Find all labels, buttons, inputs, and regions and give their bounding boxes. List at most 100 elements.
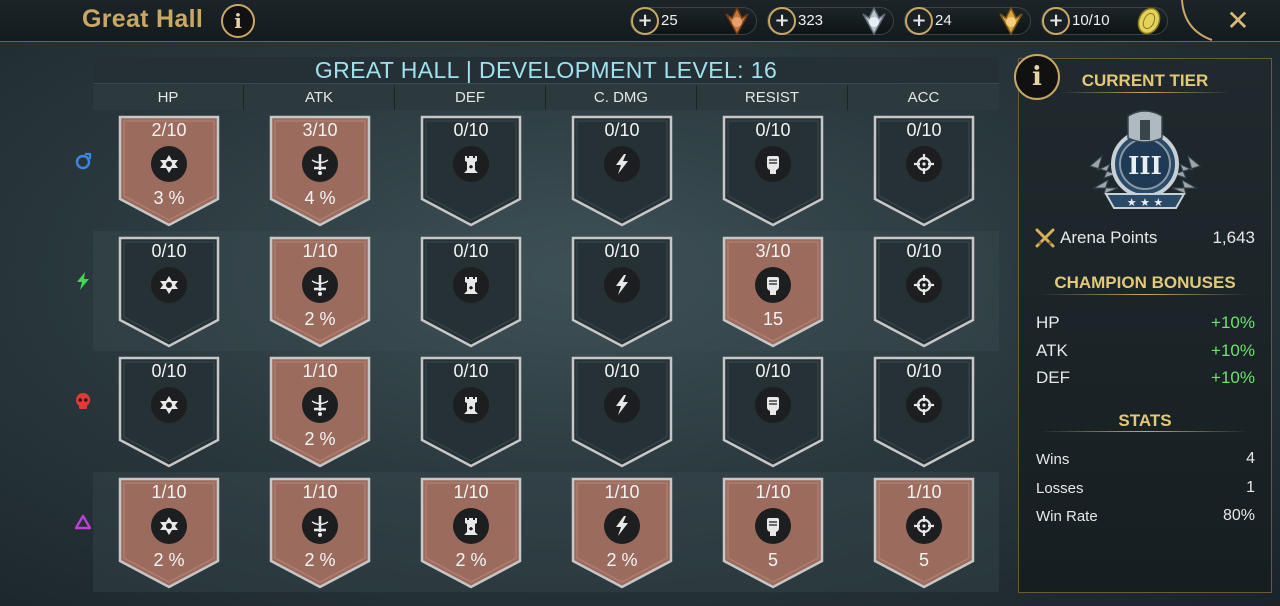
upgrade-banner-spirit-cdmg[interactable]: 0/10 <box>571 236 673 348</box>
upgrade-count: 0/10 <box>906 361 942 381</box>
upgrade-count: 0/10 <box>604 120 640 140</box>
upgrade-banner-void-cdmg[interactable]: 1/10 2 % <box>571 477 673 589</box>
resist-fist-icon <box>755 387 791 423</box>
upgrade-banner-void-def[interactable]: 1/10 2 % <box>420 477 522 589</box>
column-header-acc: ACC <box>848 85 999 110</box>
upgrade-count: 0/10 <box>453 361 489 381</box>
resource-value: 323 <box>798 12 824 29</box>
bonus-stat-label: HP <box>1036 313 1060 332</box>
upgrade-banner-force-acc[interactable]: 0/10 <box>873 356 975 468</box>
upgrade-count: 0/10 <box>906 241 942 261</box>
upgrade-count: 3/10 <box>755 241 791 261</box>
upgrade-banner-spirit-atk[interactable]: 1/10 2 % <box>269 236 371 348</box>
upgrade-count: 0/10 <box>906 120 942 140</box>
upgrade-banner-magic-def[interactable]: 0/10 <box>420 115 522 227</box>
upgrade-count: 1/10 <box>453 482 489 502</box>
atk-sword-icon <box>302 508 338 544</box>
hp-emblem-icon <box>151 508 187 544</box>
upgrade-count: 0/10 <box>151 241 187 261</box>
add-arena-tokens-button[interactable]: + <box>1042 7 1070 35</box>
top-bar: Great Hall i + 25 + 323 + 24 + 10/10 ✕ <box>0 0 1280 42</box>
upgrade-banner-force-def[interactable]: 0/10 <box>420 356 522 468</box>
upgrade-banner-spirit-def[interactable]: 0/10 <box>420 236 522 348</box>
upgrade-banner-magic-cdmg[interactable]: 0/10 <box>571 115 673 227</box>
acc-crosshair-icon <box>906 387 942 423</box>
upgrade-banner-void-atk[interactable]: 1/10 2 % <box>269 477 371 589</box>
atk-sword-icon <box>302 387 338 423</box>
upgrade-count: 1/10 <box>151 482 187 502</box>
upgrade-count: 1/10 <box>906 482 942 502</box>
add-bronze-medals-button[interactable]: + <box>631 7 659 35</box>
upgrade-bonus: 5 <box>767 550 778 570</box>
stat-value: 80% <box>1222 507 1255 524</box>
champion-bonuses-heading: CHAMPION BONUSES <box>1054 273 1236 292</box>
grid-row-spirit <box>93 231 999 351</box>
stat-value: 4 <box>1246 450 1255 467</box>
hp-emblem-icon <box>151 387 187 423</box>
upgrade-bonus: 2 % <box>153 550 185 570</box>
upgrade-banner-magic-acc[interactable]: 0/10 <box>873 115 975 227</box>
stats-heading: STATS <box>1118 411 1172 430</box>
upgrade-count: 0/10 <box>755 361 791 381</box>
upgrade-count: 1/10 <box>302 241 338 261</box>
upgrade-banner-void-acc[interactable]: 1/10 5 <box>873 477 975 589</box>
upgrade-banner-force-cdmg[interactable]: 0/10 <box>571 356 673 468</box>
upgrade-banner-force-atk[interactable]: 1/10 2 % <box>269 356 371 468</box>
upgrade-bonus: 15 <box>762 309 784 329</box>
upgrade-bonus: 2 % <box>304 309 336 329</box>
upgrade-banner-force-resist[interactable]: 0/10 <box>722 356 824 468</box>
column-header-cdmg: C. DMG <box>546 85 697 110</box>
upgrade-bonus: 2 % <box>304 429 336 449</box>
bonus-stat-label: DEF <box>1036 368 1070 387</box>
upgrade-banner-spirit-resist[interactable]: 3/10 15 <box>722 236 824 348</box>
upgrade-banner-spirit-hp[interactable]: 0/10 <box>118 236 220 348</box>
resource-silver-medals: + 323 <box>767 6 894 36</box>
bonus-stat-value: +10% <box>1211 313 1255 332</box>
upgrade-count: 0/10 <box>151 361 187 381</box>
resource-value: 10/10 <box>1072 12 1110 29</box>
hp-emblem-icon <box>151 267 187 303</box>
atk-sword-icon <box>302 267 338 303</box>
upgrade-banner-force-hp[interactable]: 0/10 <box>118 356 220 468</box>
current-tier-heading: CURRENT TIER <box>1081 71 1209 90</box>
resist-fist-icon <box>755 146 791 182</box>
cdmg-lightning-icon <box>604 387 640 423</box>
hp-emblem-icon <box>151 146 187 182</box>
grid-row-magic <box>93 110 999 230</box>
def-tower-icon <box>453 267 489 303</box>
close-button[interactable]: ✕ <box>1222 3 1254 37</box>
upgrade-bonus: 3 % <box>153 188 185 208</box>
upgrade-banner-void-hp[interactable]: 1/10 2 % <box>118 477 220 589</box>
upgrade-bonus: 2 % <box>606 550 638 570</box>
divider <box>1040 431 1250 432</box>
upgrade-bonus: 2 % <box>455 550 487 570</box>
stat-label: Losses <box>1036 480 1084 497</box>
column-header-hp: HP <box>93 85 244 110</box>
resist-fist-icon <box>755 267 791 303</box>
column-header-atk: ATK <box>244 85 395 110</box>
close-icon: ✕ <box>1226 3 1250 37</box>
bonus-stat-label: ATK <box>1036 341 1068 360</box>
bonus-stat-value: +10% <box>1211 368 1255 387</box>
corner-ornament <box>1181 0 1213 41</box>
divider <box>1040 294 1250 295</box>
upgrade-banner-void-resist[interactable]: 1/10 5 <box>722 477 824 589</box>
upgrade-banner-spirit-acc[interactable]: 0/10 <box>873 236 975 348</box>
upgrade-count: 1/10 <box>755 482 791 502</box>
upgrade-banner-magic-hp[interactable]: 2/10 3 % <box>118 115 220 227</box>
add-silver-medals-button[interactable]: + <box>768 7 796 35</box>
resist-fist-icon <box>755 508 791 544</box>
add-gold-medals-button[interactable]: + <box>905 7 933 35</box>
upgrade-banner-magic-atk[interactable]: 3/10 4 % <box>269 115 371 227</box>
arena-token-icon <box>1137 7 1161 35</box>
info-icon[interactable]: i <box>221 4 255 38</box>
atk-sword-icon <box>302 146 338 182</box>
upgrade-count: 0/10 <box>453 120 489 140</box>
acc-crosshair-icon <box>906 508 942 544</box>
upgrade-count: 3/10 <box>302 120 338 140</box>
def-tower-icon <box>453 508 489 544</box>
divider <box>1060 92 1230 93</box>
upgrade-count: 0/10 <box>755 120 791 140</box>
upgrade-banner-magic-resist[interactable]: 0/10 <box>722 115 824 227</box>
stat-label: Wins <box>1036 451 1070 468</box>
